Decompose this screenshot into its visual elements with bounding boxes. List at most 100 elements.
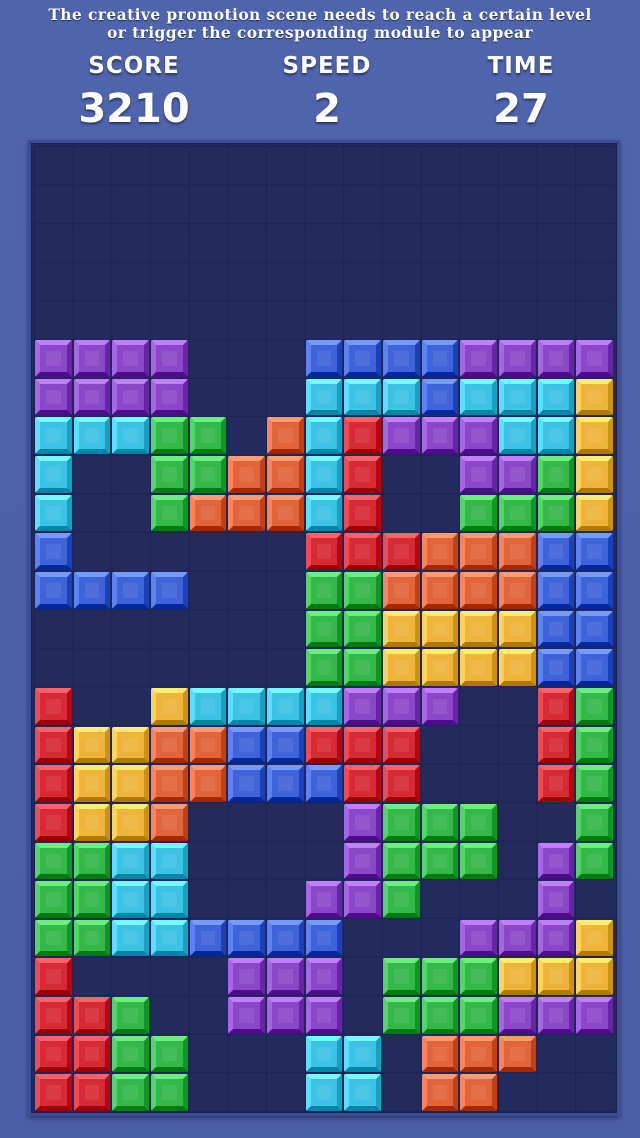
block-cell (73, 726, 111, 764)
block-cell (344, 687, 381, 725)
block-cell (576, 803, 613, 841)
block-cell (228, 919, 265, 957)
block-cell (576, 533, 613, 571)
block-cell (576, 997, 613, 1034)
block-cell (151, 340, 188, 377)
block-cell (151, 494, 188, 532)
speed-label: SPEED (282, 53, 372, 79)
speed-value: 2 (313, 86, 341, 132)
block-cell (499, 997, 536, 1034)
block-cell (73, 803, 111, 841)
block-cell (537, 456, 575, 493)
board-grid (34, 146, 614, 1112)
block-cell (35, 1035, 72, 1073)
block-cell (151, 919, 188, 957)
block-cell (305, 997, 343, 1034)
block-cell (537, 881, 575, 918)
block-cell (460, 649, 497, 686)
block-cell (228, 687, 265, 725)
block-cell (112, 1074, 149, 1111)
block-cell (189, 417, 227, 455)
block-cell (537, 919, 575, 957)
block-cell (460, 1035, 497, 1073)
block-cell (35, 1074, 72, 1111)
block-cell (35, 803, 72, 841)
block-cell (460, 997, 497, 1034)
block-cell (537, 649, 575, 686)
block-cell (421, 610, 459, 648)
block-cell (344, 378, 381, 416)
block-cell (460, 1074, 497, 1111)
block-cell (112, 726, 149, 764)
block-cell (344, 340, 381, 377)
block-cell (576, 417, 613, 455)
block-cell (35, 765, 72, 802)
block-cell (228, 997, 265, 1034)
block-cell (267, 997, 304, 1034)
block-cell (305, 726, 343, 764)
block-cell (35, 726, 72, 764)
block-cell (305, 649, 343, 686)
block-cell (228, 958, 265, 996)
block-cell (35, 494, 72, 532)
block-cell (112, 803, 149, 841)
block-cell (35, 687, 72, 725)
block-cell (189, 687, 227, 725)
block-cell (305, 456, 343, 493)
block-cell (421, 649, 459, 686)
block-cell (344, 649, 381, 686)
block-cell (189, 456, 227, 493)
block-cell (267, 687, 304, 725)
time-value: 27 (493, 86, 549, 132)
block-cell (460, 494, 497, 532)
block-cell (576, 958, 613, 996)
game-board[interactable] (28, 140, 620, 1116)
block-cell (344, 572, 381, 609)
block-cell (576, 494, 613, 532)
block-cell (499, 417, 536, 455)
block-cell (576, 842, 613, 880)
block-cell (305, 765, 343, 802)
block-cell (499, 610, 536, 648)
block-cell (499, 378, 536, 416)
block-cell (73, 417, 111, 455)
block-cell (537, 417, 575, 455)
block-cell (189, 919, 227, 957)
block-cell (344, 842, 381, 880)
block-cell (421, 687, 459, 725)
block-cell (460, 842, 497, 880)
block-cell (537, 572, 575, 609)
block-cell (344, 1035, 381, 1073)
block-cell (576, 456, 613, 493)
block-cell (73, 572, 111, 609)
block-cell (151, 881, 188, 918)
block-cell (189, 726, 227, 764)
block-cell (73, 1035, 111, 1073)
block-cell (35, 533, 72, 571)
block-cell (537, 610, 575, 648)
block-cell (189, 494, 227, 532)
block-cell (189, 765, 227, 802)
block-cell (228, 456, 265, 493)
block-cell (344, 610, 381, 648)
block-cell (421, 417, 459, 455)
block-cell (499, 958, 536, 996)
block-cell (151, 842, 188, 880)
block-cell (537, 842, 575, 880)
block-cell (537, 726, 575, 764)
block-cell (344, 1074, 381, 1111)
block-cell (35, 881, 72, 918)
block-cell (112, 417, 149, 455)
block-cell (151, 456, 188, 493)
block-cell (344, 765, 381, 802)
block-cell (151, 378, 188, 416)
block-cell (421, 378, 459, 416)
block-cell (383, 958, 420, 996)
block-cell (151, 687, 188, 725)
block-cell (35, 417, 72, 455)
block-cell (112, 919, 149, 957)
block-cell (267, 765, 304, 802)
banner-line-2: or trigger the corresponding module to a… (107, 23, 533, 42)
block-cell (73, 340, 111, 377)
block-cell (267, 919, 304, 957)
